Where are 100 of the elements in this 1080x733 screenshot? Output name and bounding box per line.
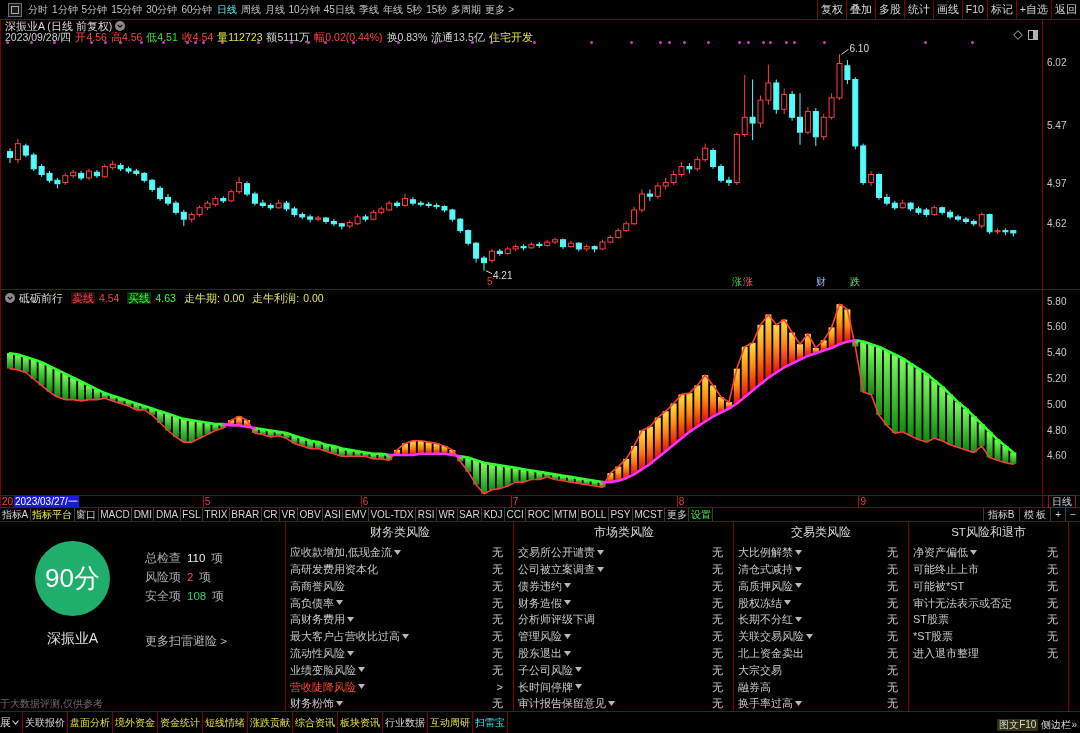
axis-label: 4.62 (1047, 217, 1067, 230)
risk-value: 无 (1047, 545, 1058, 561)
risk-item: 子公司风险 (518, 662, 573, 678)
readout-value: 0.00 (303, 292, 324, 304)
risk-value: 无 (712, 561, 723, 577)
risk-item: 管理风险 (518, 629, 562, 645)
axis-label: 4.97 (1047, 177, 1067, 190)
risk-value: 无 (1047, 645, 1058, 661)
stat-label: 安全项 (145, 588, 181, 604)
event-label: 跌 (850, 276, 860, 288)
axis-label: 5.00 (1047, 398, 1067, 411)
risk-value: 无 (492, 578, 503, 594)
risk-item: 换手率过高 (738, 696, 793, 712)
stat-unit: 项 (211, 550, 224, 566)
risk-item: 股东退出 (518, 645, 562, 661)
series-value: 4.63 (155, 292, 176, 304)
risk-value: > (496, 679, 503, 695)
price-label: 4.21 (493, 269, 513, 281)
series-name: 卖线 (71, 292, 95, 304)
score-badge: 90分 (35, 541, 110, 616)
risk-item: 长期不分红 (738, 612, 793, 628)
quote-field: 额5111万 (266, 32, 311, 42)
risk-value: 无 (492, 696, 503, 712)
risk-value: 无 (712, 645, 723, 661)
risk-value: 无 (712, 662, 723, 678)
series-name: 买线 (127, 292, 152, 304)
risk-value: 无 (1047, 578, 1058, 594)
risk-item: 财务造假 (518, 595, 562, 611)
risk-value: 无 (887, 679, 898, 695)
event-label: 涨 (732, 276, 742, 288)
risk-item: *ST股票 (913, 629, 954, 645)
risk-item: 交易所公开谴责 (518, 545, 595, 561)
readout-value: 0.00 (223, 292, 245, 304)
stat-value: 108 (187, 588, 207, 604)
quote-field: 低4.51 (146, 32, 178, 42)
risk-item: 债券违约 (518, 578, 562, 594)
risk-item: 高商誉风险 (290, 578, 345, 594)
axis-label: 5 (204, 496, 211, 507)
risk-value: 无 (712, 578, 723, 594)
risk-value: 无 (492, 645, 503, 661)
event-label: 5 (487, 276, 493, 288)
risk-item: 应收款增加,低现金流 (290, 545, 393, 561)
risk-item: 可能终止上市 (913, 561, 979, 577)
price-label: 6.10 (849, 43, 869, 55)
risk-value: 无 (887, 629, 898, 645)
risk-item: 可能被*ST (913, 578, 965, 594)
risk-item: ST股票 (913, 612, 950, 628)
cursor-date-label: 2023/03/27/一 (14, 496, 79, 507)
risk-item: 融券高 (738, 679, 771, 695)
quote-field: 高4.56 (110, 32, 143, 42)
event-label: 涨 (743, 276, 753, 288)
risk-item: 北上资金卖出 (738, 645, 804, 661)
axis-label: 6 (362, 496, 369, 507)
risk-value: 无 (887, 561, 898, 577)
risk-item: 高研发费用资本化 (290, 561, 378, 577)
column-title: 财务类风险 (368, 525, 431, 541)
risk-value: 无 (492, 561, 503, 577)
axis-label: 8 (678, 496, 685, 507)
quote-field: 流通13.5亿 (431, 32, 485, 42)
quote-field: 2023/09/28/四 (5, 32, 72, 42)
column-title: ST风险和退市 (950, 525, 1027, 541)
risk-value: 无 (712, 612, 723, 628)
stock-name: 深振业A (46, 630, 99, 646)
risk-value: 无 (887, 696, 898, 712)
indicator-name: 砥砺前行 (19, 292, 63, 304)
risk-item: 高财务费用 (290, 612, 345, 628)
risk-value: 无 (887, 545, 898, 561)
axis-label: 4.60 (1047, 450, 1067, 463)
stat-value: 2 (187, 569, 194, 585)
axis-label: 5.20 (1047, 372, 1067, 385)
risk-value: 无 (712, 629, 723, 645)
quote-field: 住宅开发 (488, 32, 533, 42)
risk-item: 净资产偏低 (913, 545, 968, 561)
risk-item: 财务粉饰 (290, 696, 334, 712)
risk-value: 无 (712, 545, 723, 561)
risk-value: 无 (492, 629, 503, 645)
column-title: 市场类风险 (592, 525, 655, 541)
axis-label: 5.60 (1047, 321, 1067, 334)
stat-unit: 项 (199, 569, 212, 585)
quote-field: 收4.54 (181, 32, 214, 42)
stat-value: 110 (187, 550, 206, 566)
risk-item: 大比例解禁 (738, 545, 793, 561)
risk-value: 无 (1047, 629, 1058, 645)
risk-item: 流动性风险 (290, 645, 345, 661)
series-value: 4.54 (99, 292, 120, 304)
risk-value: 无 (887, 578, 898, 594)
risk-item: 最大客户占营收比过高 (290, 629, 400, 645)
risk-item: 高质押风险 (738, 578, 793, 594)
axis-date-label: 20 (2, 496, 14, 507)
readout-label: 走牛利润: (252, 292, 300, 304)
axis-label: 7 (512, 496, 519, 507)
risk-value: 无 (887, 595, 898, 611)
risk-item: 审计无法表示或否定 (913, 595, 1012, 611)
quote-field: 量112723 (217, 32, 263, 42)
risk-value: 无 (492, 545, 503, 561)
risk-item: 分析师评级下调 (518, 612, 595, 628)
risk-value: 无 (492, 662, 503, 678)
axis-label: 9 (860, 496, 866, 507)
risk-item: 公司被立案调查 (518, 561, 595, 577)
risk-value: 无 (712, 679, 723, 695)
